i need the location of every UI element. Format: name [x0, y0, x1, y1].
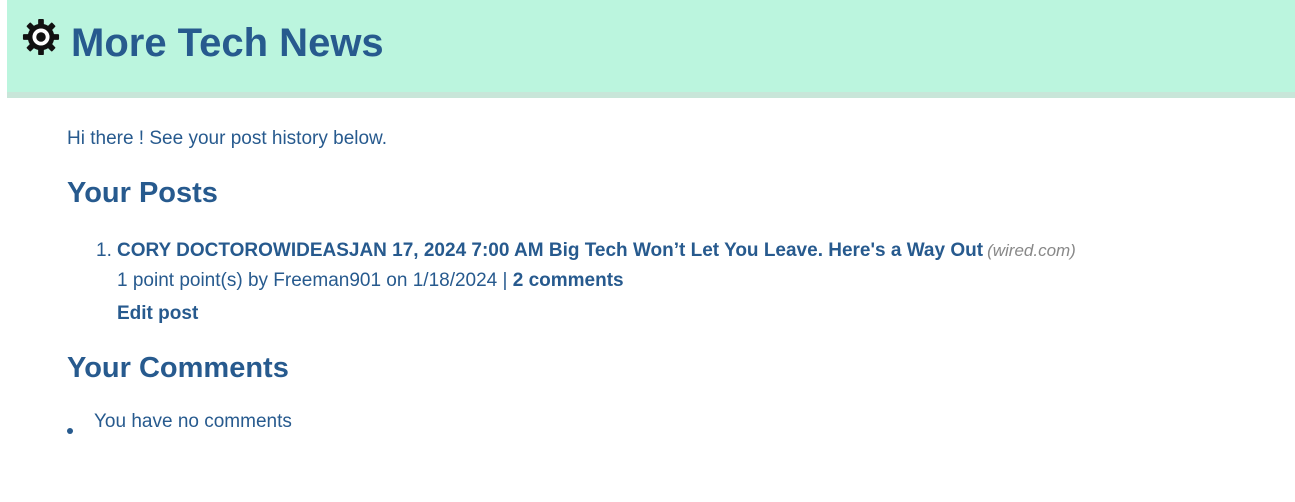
posts-heading: Your Posts: [67, 177, 218, 209]
post-title-line: CORY DOCTOROWIDEASJAN 17, 2024 7:00 AM B…: [117, 240, 1076, 262]
greeting-text: Hi there ! See your post history below.: [67, 128, 387, 149]
site-title[interactable]: More Tech News: [71, 19, 384, 67]
gear-icon: [22, 18, 60, 56]
post-domain: (wired.com): [987, 241, 1076, 260]
comments-link[interactable]: 2 comments: [513, 270, 624, 291]
post-meta: 1 point point(s) by Freeman901 on 1/18/2…: [117, 270, 624, 292]
list-bullet: [67, 428, 73, 434]
post-meta-text: 1 point point(s) by Freeman901 on 1/18/2…: [117, 270, 508, 291]
no-comments-text: You have no comments: [94, 411, 292, 432]
post-number: 1.: [96, 240, 112, 261]
post-title-link[interactable]: CORY DOCTOROWIDEASJAN 17, 2024 7:00 AM B…: [117, 240, 983, 261]
edit-post-link[interactable]: Edit post: [117, 303, 198, 325]
comments-heading: Your Comments: [67, 352, 289, 384]
site-header: More Tech News: [7, 0, 1295, 98]
